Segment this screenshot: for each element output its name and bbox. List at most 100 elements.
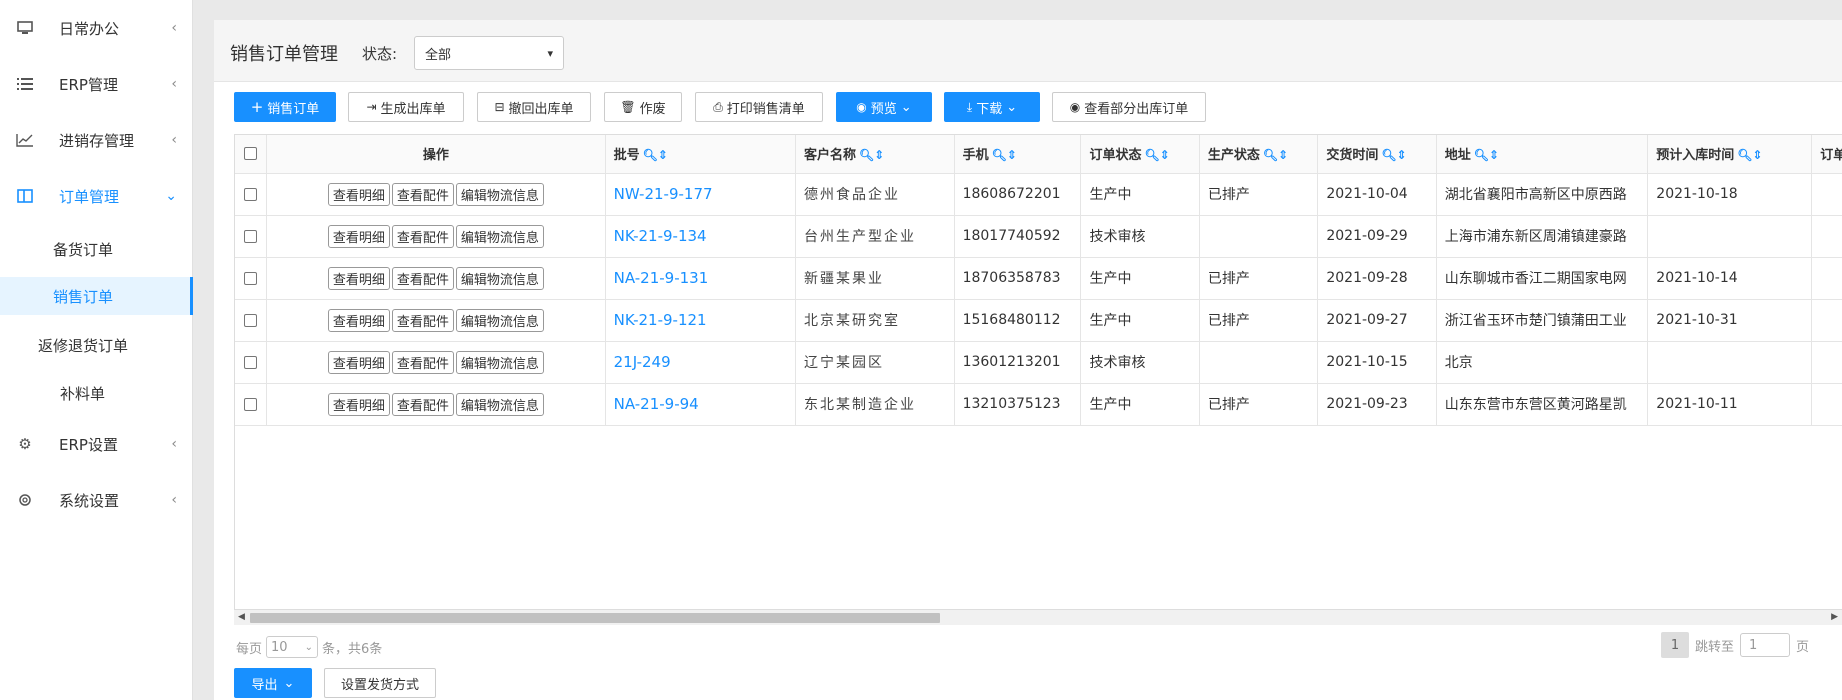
search-sort-icon[interactable]: 🔍︎⇕ bbox=[1737, 148, 1762, 162]
row-operations: 查看明细 查看配件 编辑物流信息 bbox=[266, 383, 606, 426]
view-parts-button[interactable]: 查看配件 bbox=[391, 350, 454, 374]
menu-system-settings[interactable]: 系统设置 ‹ bbox=[0, 480, 193, 520]
batch-link[interactable]: NA-21-9-131 bbox=[605, 257, 796, 300]
production-status: 已排产 bbox=[1199, 383, 1319, 426]
menu-daily-office[interactable]: 日常办公 ‹ bbox=[0, 8, 193, 48]
row-checkbox[interactable] bbox=[244, 187, 258, 201]
search-sort-icon[interactable]: 🔍︎⇕ bbox=[643, 148, 668, 162]
view-parts-button[interactable]: 查看配件 bbox=[391, 392, 454, 416]
batch-link[interactable]: NK-21-9-134 bbox=[605, 215, 796, 258]
row-checkbox[interactable] bbox=[244, 271, 258, 285]
generate-outbound-button[interactable]: ⇥ 生成出库单 bbox=[348, 92, 464, 122]
scroll-right-icon[interactable]: ▶ bbox=[1831, 612, 1838, 622]
order-total: 7675 bbox=[1811, 341, 1842, 384]
menu-order-manage[interactable]: 订单管理 ⌄ bbox=[0, 176, 193, 216]
settings-circle-icon bbox=[16, 491, 34, 509]
new-sales-order-button[interactable]: + 销售订单 bbox=[234, 92, 336, 122]
edit-logistics-button[interactable]: 编辑物流信息 bbox=[455, 392, 544, 416]
order-status: 技术审核 bbox=[1080, 215, 1200, 258]
view-details-button[interactable]: 查看明细 bbox=[327, 266, 390, 290]
horizontal-scrollbar[interactable]: ◀ ▶ bbox=[234, 609, 1842, 625]
col-phone[interactable]: 手机 🔍︎⇕ bbox=[954, 135, 1082, 174]
phone: 18706358783 bbox=[954, 257, 1082, 300]
view-parts-button[interactable]: 查看配件 bbox=[391, 182, 454, 206]
col-production-status[interactable]: 生产状态 🔍︎⇕ bbox=[1199, 135, 1319, 174]
menu-erp-manage[interactable]: ERP管理 ‹ bbox=[0, 64, 193, 104]
sidebar-item-stock-order[interactable]: 备货订单 bbox=[0, 230, 193, 268]
page-number-current[interactable]: 1 bbox=[1660, 632, 1689, 658]
view-parts-button[interactable]: 查看配件 bbox=[391, 266, 454, 290]
sidebar-item-sales-order[interactable]: 销售订单 bbox=[0, 277, 193, 315]
scroll-left-icon[interactable]: ◀ bbox=[238, 612, 245, 622]
row-checkbox[interactable] bbox=[244, 229, 258, 243]
customer-name: 新疆某果业 bbox=[795, 257, 955, 300]
col-customer[interactable]: 客户名称 🔍︎⇕ bbox=[795, 135, 955, 174]
view-details-button[interactable]: 查看明细 bbox=[327, 182, 390, 206]
row-checkbox[interactable] bbox=[244, 397, 258, 411]
search-sort-icon[interactable]: 🔍︎⇕ bbox=[1144, 148, 1169, 162]
edit-logistics-button[interactable]: 编辑物流信息 bbox=[455, 224, 544, 248]
col-address[interactable]: 地址 🔍︎⇕ bbox=[1436, 135, 1649, 174]
edit-logistics-button[interactable]: 编辑物流信息 bbox=[455, 182, 544, 206]
search-sort-icon[interactable]: 🔍︎⇕ bbox=[859, 148, 884, 162]
status-label: 状态: bbox=[362, 45, 398, 63]
batch-link[interactable]: 21J-249 bbox=[605, 341, 796, 384]
eta: 2021-10-18 bbox=[1647, 173, 1813, 216]
monitor-icon bbox=[16, 19, 34, 37]
search-sort-icon[interactable]: 🔍︎⇕ bbox=[992, 148, 1017, 162]
production-status bbox=[1199, 215, 1319, 258]
chevron-down-icon: ⌄ bbox=[304, 641, 314, 653]
status-select[interactable]: 全部 ▾ bbox=[414, 36, 564, 70]
page-size-select[interactable]: 10 ⌄ bbox=[266, 636, 319, 658]
menu-inventory[interactable]: 进销存管理 ‹ bbox=[0, 120, 193, 160]
sidebar-item-return-order[interactable]: 返修退货订单 bbox=[0, 326, 193, 364]
phone: 18608672201 bbox=[954, 173, 1082, 216]
edit-logistics-button[interactable]: 编辑物流信息 bbox=[455, 350, 544, 374]
view-partial-outbound-button[interactable]: ◉ 查看部分出库订单 bbox=[1052, 92, 1206, 122]
view-details-button[interactable]: 查看明细 bbox=[327, 224, 390, 248]
sidebar-item-supplement[interactable]: 补料单 bbox=[0, 374, 193, 412]
jump-page-input[interactable]: 1 bbox=[1739, 633, 1790, 657]
row-checkbox[interactable] bbox=[244, 355, 258, 369]
print-sales-list-button[interactable]: ⎙ 打印销售清单 bbox=[695, 92, 823, 122]
preview-dropdown-button[interactable]: ◉ 预览 ⌄ bbox=[836, 92, 932, 122]
col-delivery-time[interactable]: 交货时间 🔍︎⇕ bbox=[1317, 135, 1437, 174]
eta bbox=[1647, 215, 1813, 258]
scrollbar-thumb[interactable] bbox=[250, 613, 940, 623]
set-shipping-method-button[interactable]: 设置发货方式 bbox=[324, 668, 436, 698]
view-details-button[interactable]: 查看明细 bbox=[327, 308, 390, 332]
production-status: 已排产 bbox=[1199, 299, 1319, 342]
delivery-time: 2021-09-27 bbox=[1317, 299, 1437, 342]
view-details-button[interactable]: 查看明细 bbox=[327, 350, 390, 374]
view-parts-button[interactable]: 查看配件 bbox=[391, 308, 454, 332]
address: 上海市浦东新区周浦镇建豪路 bbox=[1436, 215, 1649, 258]
search-sort-icon[interactable]: 🔍︎⇕ bbox=[1474, 148, 1499, 162]
col-order-status[interactable]: 订单状态 🔍︎⇕ bbox=[1080, 135, 1200, 174]
chevron-left-icon: ‹ bbox=[171, 20, 177, 36]
order-total: 60 bbox=[1811, 383, 1842, 426]
col-eta[interactable]: 预计入库时间 🔍︎⇕ bbox=[1647, 135, 1813, 174]
select-all-checkbox[interactable] bbox=[244, 147, 258, 161]
order-status: 技术审核 bbox=[1080, 341, 1200, 384]
menu-erp-settings[interactable]: ⚙ ERP设置 ‹ bbox=[0, 424, 193, 464]
batch-link[interactable]: NK-21-9-121 bbox=[605, 299, 796, 342]
search-sort-icon[interactable]: 🔍︎⇕ bbox=[1263, 148, 1288, 162]
view-parts-button[interactable]: 查看配件 bbox=[391, 224, 454, 248]
view-details-button[interactable]: 查看明细 bbox=[327, 392, 390, 416]
revoke-outbound-button[interactable]: ⊟ 撤回出库单 bbox=[477, 92, 591, 122]
address: 山东聊城市香江二期国家电网 bbox=[1436, 257, 1649, 300]
row-checkbox[interactable] bbox=[244, 313, 258, 327]
search-sort-icon[interactable]: 🔍︎⇕ bbox=[1381, 148, 1406, 162]
col-batch[interactable]: 批号 🔍︎⇕ bbox=[605, 135, 796, 174]
batch-link[interactable]: NW-21-9-177 bbox=[605, 173, 796, 216]
export-dropdown-button[interactable]: 导出 ⌄ bbox=[234, 668, 312, 698]
download-dropdown-button[interactable]: ⤓ 下载 ⌄ bbox=[944, 92, 1040, 122]
order-total: 50915 bbox=[1811, 215, 1842, 258]
batch-link[interactable]: NA-21-9-94 bbox=[605, 383, 796, 426]
edit-logistics-button[interactable]: 编辑物流信息 bbox=[455, 266, 544, 290]
col-total[interactable]: 订单总额🔍︎ bbox=[1811, 135, 1842, 174]
void-button[interactable]: 🗑 作废 bbox=[604, 92, 682, 122]
order-total: 328 bbox=[1811, 257, 1842, 300]
edit-logistics-button[interactable]: 编辑物流信息 bbox=[455, 308, 544, 332]
eta: 2021-10-31 bbox=[1647, 299, 1813, 342]
